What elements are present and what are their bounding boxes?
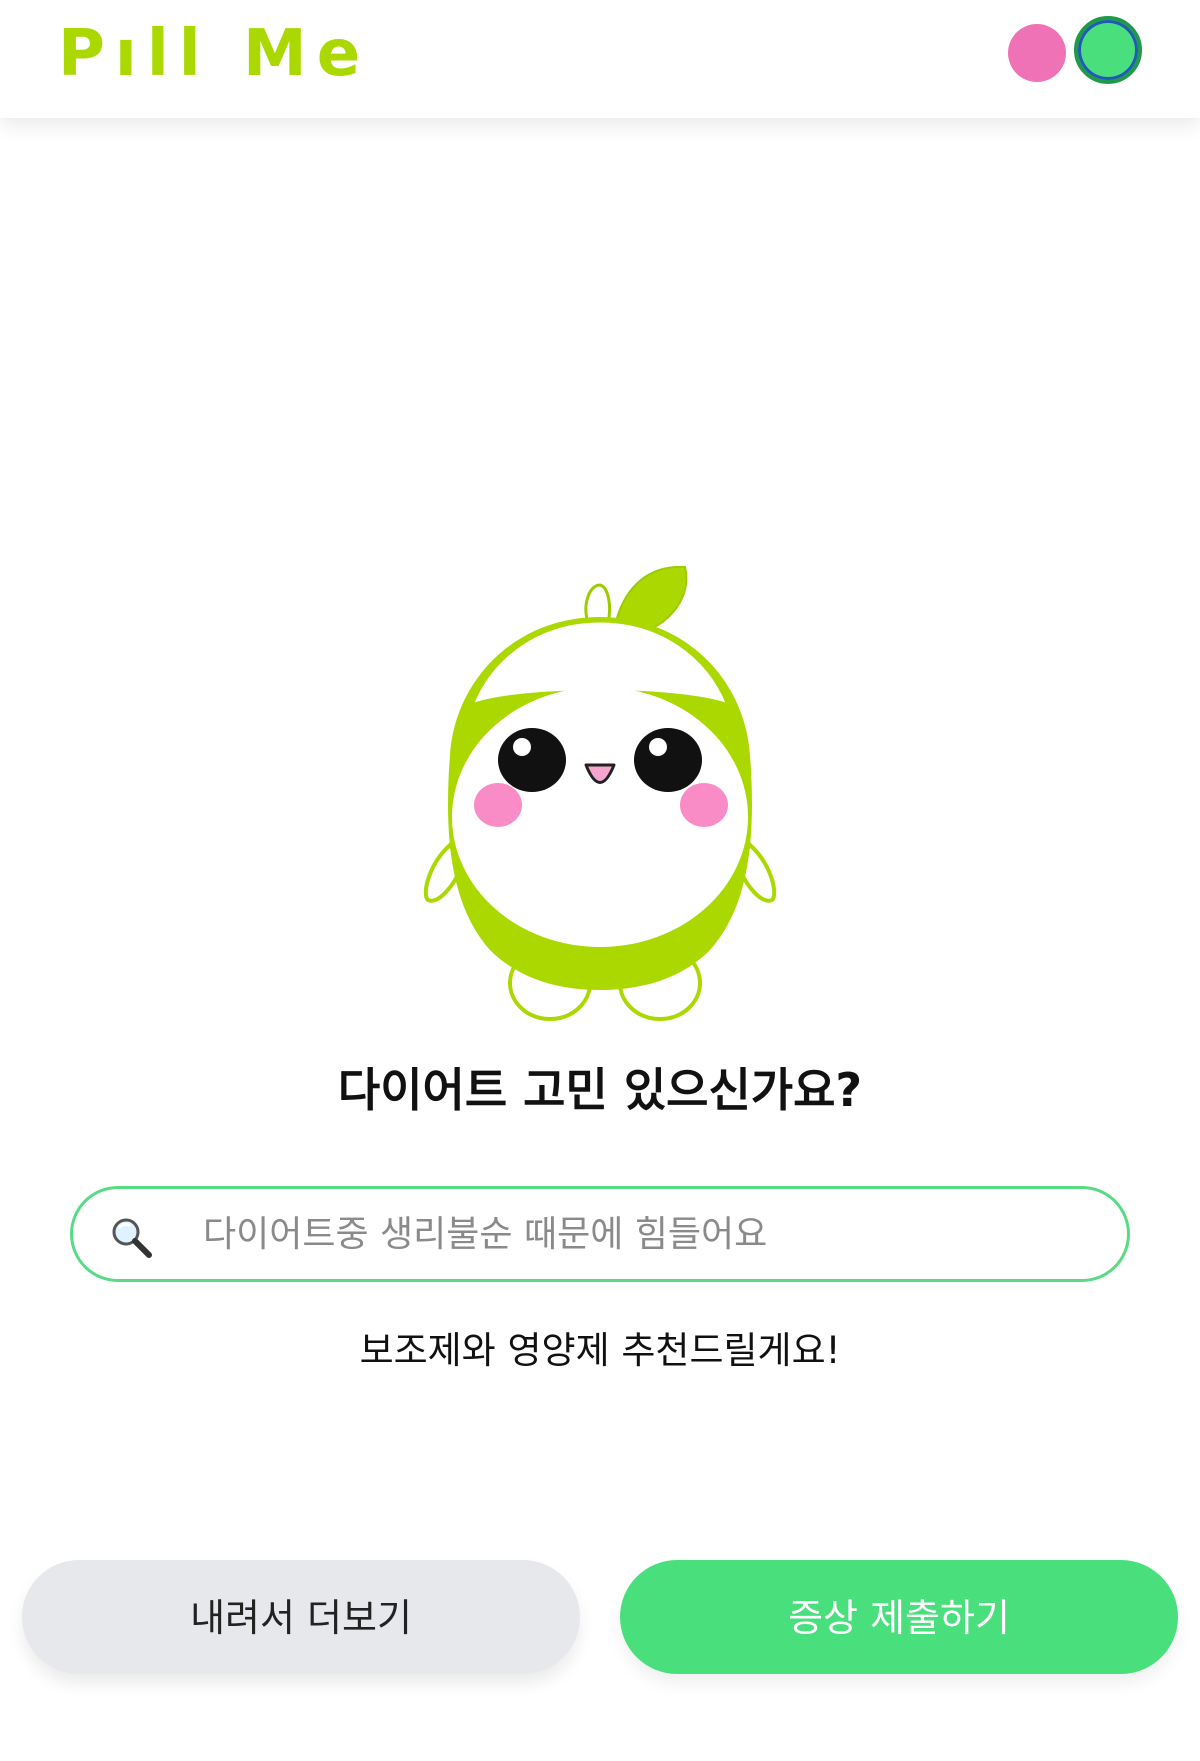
recommendation-text: 보조제와 영양제 추천드릴게요! <box>359 1329 841 1372</box>
search-bar[interactable] <box>70 1186 1130 1282</box>
app-logo[interactable]: Pıll Me <box>58 18 370 90</box>
pink-profile-dot[interactable] <box>1008 24 1066 82</box>
submit-symptoms-button[interactable]: 증상 제출하기 <box>620 1560 1178 1674</box>
search-input[interactable] <box>203 1189 1083 1279</box>
green-profile-dot[interactable] <box>1074 16 1142 84</box>
green-pill-mascot-icon <box>423 565 777 1021</box>
search-icon <box>112 1218 152 1258</box>
header: Pıll Me <box>0 0 1200 118</box>
page: Pıll Me 다이어트 고민 있으신가요? 다이어트중 생리불순 때문에 힘들… <box>0 0 1200 1761</box>
page-title: 다이어트 고민 있으신가요? <box>337 1063 863 1117</box>
scroll-more-button[interactable]: 내려서 더보기 <box>22 1560 580 1674</box>
